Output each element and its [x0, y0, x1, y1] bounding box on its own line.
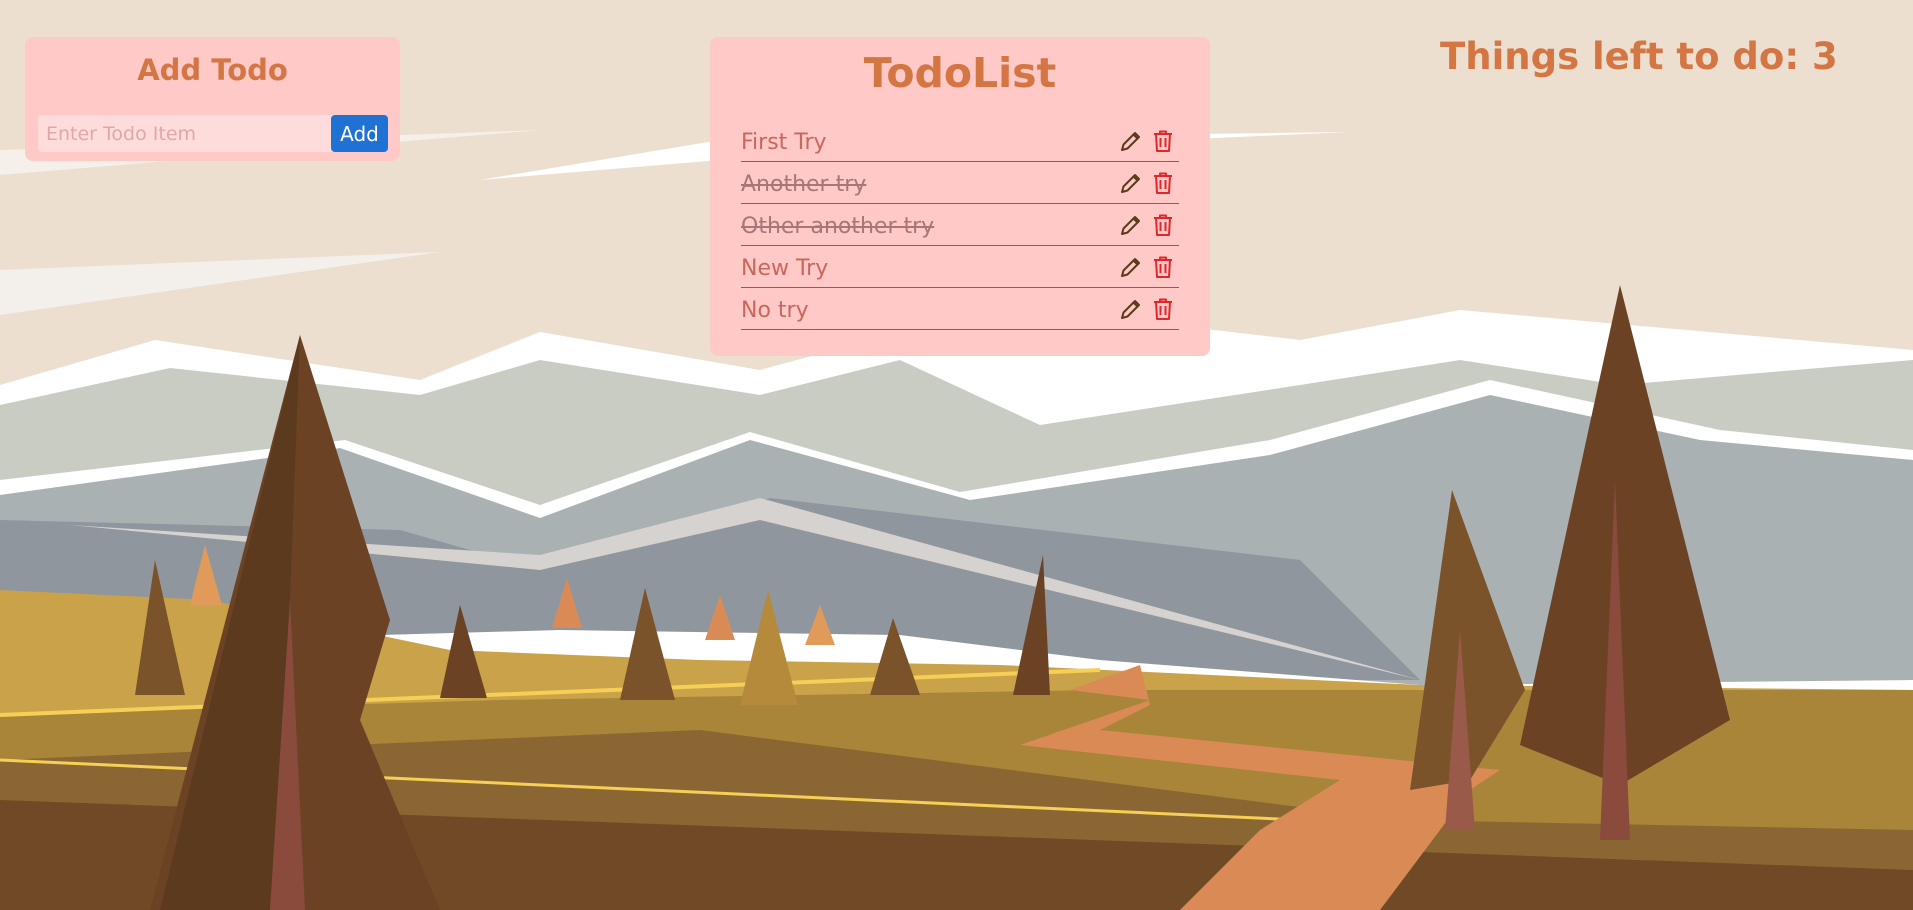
todo-item: New Try — [741, 247, 1179, 288]
todo-item: Another try — [741, 163, 1179, 204]
todo-list-card: TodoList First Try Another try Other ano… — [710, 37, 1210, 356]
add-todo-title: Add Todo — [137, 53, 288, 87]
trash-icon[interactable] — [1149, 253, 1177, 281]
add-button[interactable]: Add — [331, 115, 388, 152]
todo-item-text[interactable]: Other another try — [741, 214, 934, 239]
pencil-icon[interactable] — [1117, 169, 1145, 197]
todo-item: No try — [741, 289, 1179, 330]
trash-icon[interactable] — [1149, 169, 1177, 197]
pencil-icon[interactable] — [1117, 127, 1145, 155]
todo-item: First Try — [741, 121, 1179, 162]
todo-item-text[interactable]: No try — [741, 298, 809, 323]
pencil-icon[interactable] — [1117, 295, 1145, 323]
todo-item-text[interactable]: First Try — [741, 130, 827, 155]
add-todo-card: Add Todo Add — [25, 37, 400, 161]
trash-icon[interactable] — [1149, 211, 1177, 239]
pencil-icon[interactable] — [1117, 253, 1145, 281]
trash-icon[interactable] — [1149, 295, 1177, 323]
todo-item-text[interactable]: New Try — [741, 256, 828, 281]
todo-item: Other another try — [741, 205, 1179, 246]
pencil-icon[interactable] — [1117, 211, 1145, 239]
todo-input[interactable] — [38, 115, 336, 152]
todo-list: First Try Another try Other another try … — [741, 121, 1179, 331]
trash-icon[interactable] — [1149, 127, 1177, 155]
todo-list-title: TodoList — [863, 49, 1057, 97]
things-left-counter: Things left to do: 3 — [1440, 35, 1838, 78]
todo-item-text[interactable]: Another try — [741, 172, 866, 197]
